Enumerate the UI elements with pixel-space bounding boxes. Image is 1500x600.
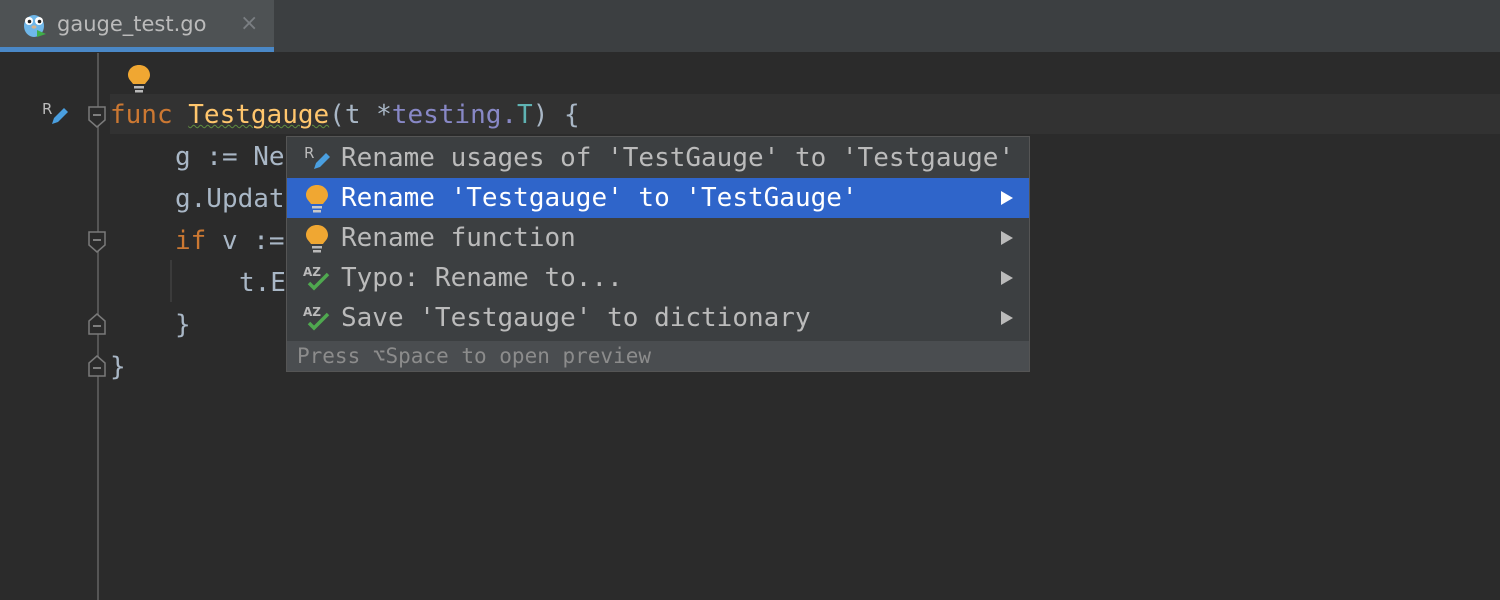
lightbulb-icon xyxy=(306,185,328,213)
code-line[interactable]: g.Updat xyxy=(175,179,285,219)
lightbulb-icon[interactable] xyxy=(126,63,152,93)
action-label: Rename function xyxy=(341,223,576,253)
type-T: T xyxy=(517,100,533,130)
action-label: Rename 'Testgauge' to 'TestGauge' xyxy=(341,183,858,213)
svg-text:R: R xyxy=(304,144,314,162)
action-rename-function[interactable]: Rename function xyxy=(287,218,1029,258)
submenu-arrow-icon[interactable] xyxy=(1001,271,1013,285)
code-line[interactable]: t.E xyxy=(239,263,286,303)
action-rename-to-testgauge[interactable]: Rename 'Testgauge' to 'TestGauge' xyxy=(287,178,1029,218)
fold-marker-icon[interactable] xyxy=(88,106,106,128)
action-label: Save 'Testgauge' to dictionary xyxy=(341,303,811,333)
editor-tab-bar: gauge_test.go × xyxy=(0,0,1500,53)
spellcheck-icon: AZ xyxy=(303,265,330,291)
fold-end-marker-icon[interactable] xyxy=(88,355,106,377)
code-line[interactable]: g := Ne xyxy=(175,137,285,177)
preview-hint-text: Press ⌥Space to open preview xyxy=(297,344,652,368)
submenu-arrow-icon[interactable] xyxy=(1001,191,1013,205)
tab-gauge-test-go[interactable]: gauge_test.go × xyxy=(0,0,274,52)
submenu-arrow-icon[interactable] xyxy=(1001,311,1013,325)
rename-refactor-icon: R xyxy=(304,144,330,169)
action-label: Rename usages of 'TestGauge' to 'Testgau… xyxy=(341,143,1015,173)
go-gopher-icon xyxy=(24,15,46,37)
action-save-to-dictionary[interactable]: AZ Save 'Testgauge' to dictionary xyxy=(287,298,1029,338)
code-line[interactable]: } xyxy=(110,347,126,387)
rename-refactor-icon[interactable]: R xyxy=(42,100,70,128)
code-line-func[interactable]: func Testgauge(t *testing.T) { xyxy=(110,95,580,135)
code-line-if[interactable]: if v := xyxy=(175,221,285,261)
popup-footer-hint: Press ⌥Space to open preview xyxy=(287,341,1029,371)
close-icon[interactable]: × xyxy=(240,11,258,36)
action-typo-rename[interactable]: AZ Typo: Rename to... xyxy=(287,258,1029,298)
svg-text:R: R xyxy=(42,100,52,118)
action-rename-usages[interactable]: R Rename usages of 'TestGauge' to 'Testg… xyxy=(287,138,1029,178)
svg-text:AZ: AZ xyxy=(303,305,321,319)
code-line[interactable]: } xyxy=(175,305,191,345)
intention-actions-popup: R Rename usages of 'TestGauge' to 'Testg… xyxy=(286,136,1030,372)
fold-end-marker-icon[interactable] xyxy=(88,313,106,335)
keyword-func: func xyxy=(110,100,173,130)
keyword-if: if xyxy=(175,226,207,256)
lightbulb-icon xyxy=(306,225,328,253)
submenu-arrow-icon[interactable] xyxy=(1001,231,1013,245)
function-name-testgauge[interactable]: Testgauge xyxy=(188,100,329,130)
tab-title: gauge_test.go xyxy=(57,12,207,36)
spellcheck-icon: AZ xyxy=(303,305,330,331)
code-params-close: ) { xyxy=(532,100,580,130)
type-testing: testing. xyxy=(391,100,518,130)
fold-marker-icon[interactable] xyxy=(88,231,106,253)
indent-guide xyxy=(170,260,172,302)
code-fragment: v := xyxy=(206,226,285,256)
action-label: Typo: Rename to... xyxy=(341,263,623,293)
svg-text:AZ: AZ xyxy=(303,265,321,279)
code-params-open: (t * xyxy=(329,100,392,130)
